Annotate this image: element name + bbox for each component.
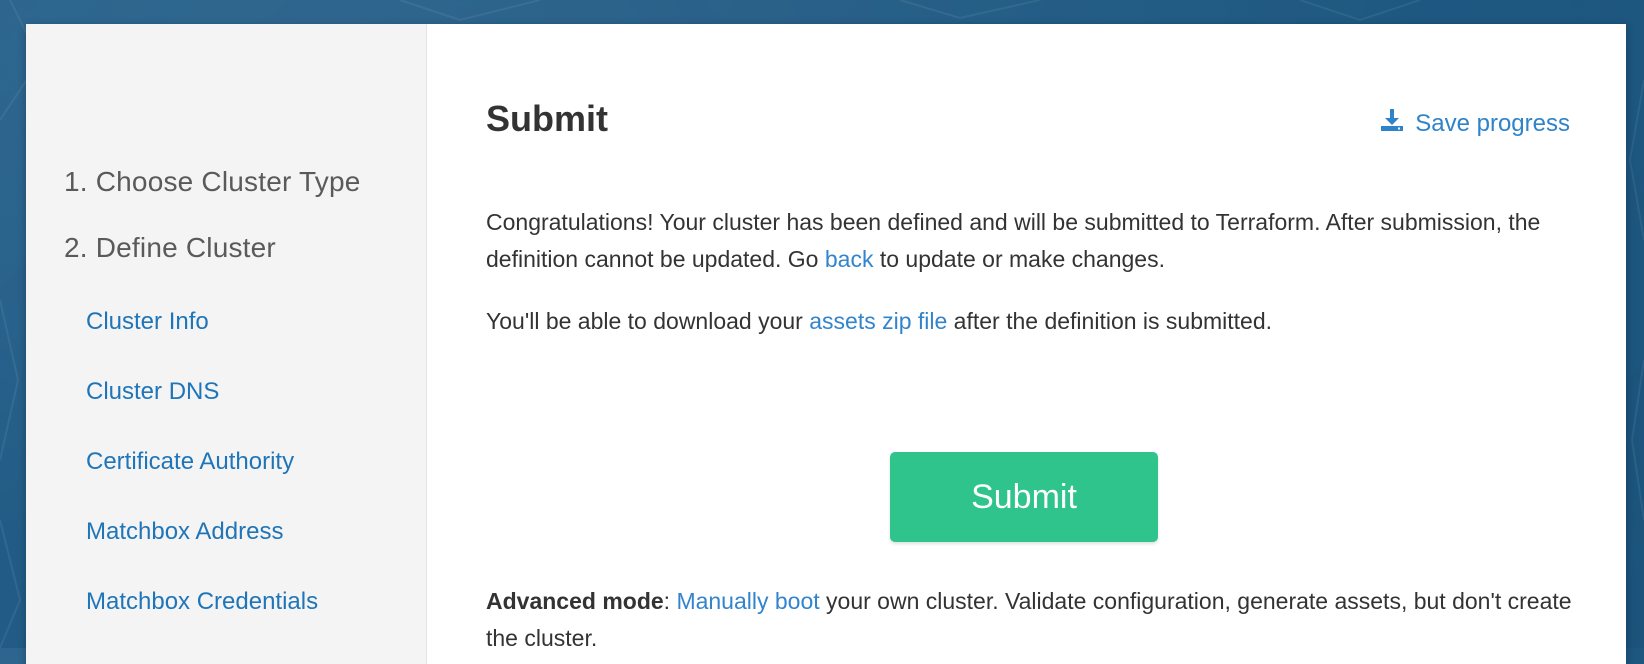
sidebar-step-define-cluster[interactable]: 2. Define Cluster <box>64 232 276 264</box>
sidebar-item-cluster-dns[interactable]: Cluster DNS <box>86 378 219 406</box>
advanced-mode-colon: : <box>663 588 677 614</box>
save-progress-link[interactable]: Save progress <box>1379 107 1570 140</box>
sidebar-nav: 1. Choose Cluster Type 2. Define Cluster… <box>26 24 427 664</box>
advanced-mode-paragraph: Advanced mode: Manually boot your own cl… <box>486 583 1576 657</box>
sidebar-item-matchbox-address[interactable]: Matchbox Address <box>86 518 283 546</box>
download-icon <box>1379 107 1405 140</box>
congratulations-text-end: to update or make changes. <box>873 246 1165 272</box>
manually-boot-link[interactable]: Manually boot <box>676 588 819 614</box>
download-text-end: after the definition is submitted. <box>947 308 1273 334</box>
congratulations-paragraph: Congratulations! Your cluster has been d… <box>486 204 1576 278</box>
main-content: Submit Save progress Congratulations! Yo… <box>426 24 1626 664</box>
sidebar-item-matchbox-credentials[interactable]: Matchbox Credentials <box>86 588 318 616</box>
sidebar-step-choose-cluster-type[interactable]: 1. Choose Cluster Type <box>64 166 361 198</box>
download-paragraph: You'll be able to download your assets z… <box>486 303 1576 340</box>
assets-zip-link[interactable]: assets zip file <box>809 308 947 334</box>
submit-button[interactable]: Submit <box>890 452 1158 542</box>
save-progress-label: Save progress <box>1415 109 1570 137</box>
back-link[interactable]: back <box>825 246 874 272</box>
wizard-card: 1. Choose Cluster Type 2. Define Cluster… <box>26 24 1626 664</box>
advanced-mode-label: Advanced mode <box>486 588 664 614</box>
sidebar-item-certificate-authority[interactable]: Certificate Authority <box>86 448 294 476</box>
page-title: Submit <box>486 98 608 139</box>
download-text: You'll be able to download your <box>486 308 810 334</box>
sidebar-item-cluster-info[interactable]: Cluster Info <box>86 308 209 336</box>
